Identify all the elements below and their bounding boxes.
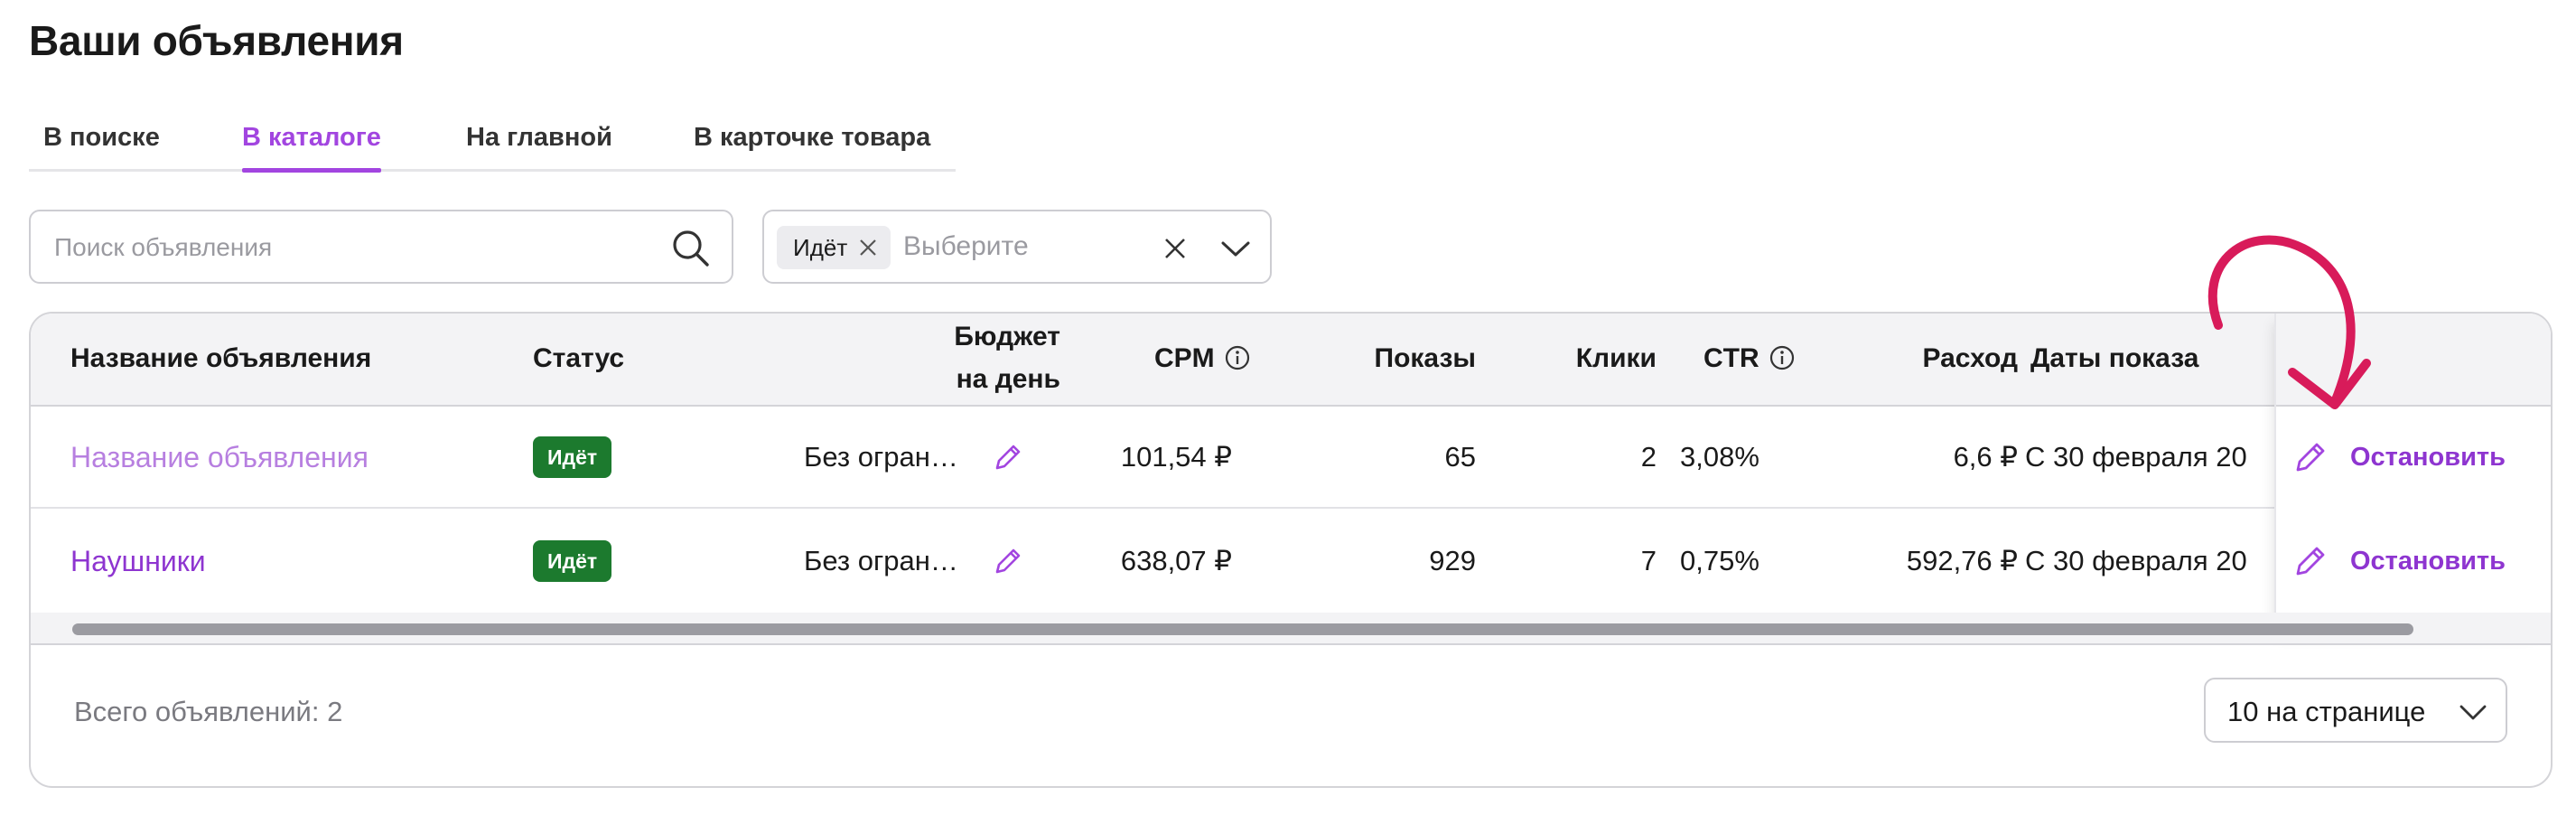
impressions-value: 65: [1444, 441, 1476, 473]
tab-bar: В поиске В каталоге На главной В карточк…: [29, 117, 956, 173]
pencil-icon: [2296, 443, 2325, 472]
tab-search[interactable]: В поиске: [43, 123, 160, 153]
search-input[interactable]: [54, 228, 632, 267]
status-badge: Идёт: [533, 436, 612, 478]
budget-value: Без огран…: [804, 545, 958, 576]
header-cpm: CPM: [1154, 343, 1251, 374]
pencil-icon: [2296, 547, 2325, 576]
stop-button-label: Остановить: [2350, 442, 2506, 472]
ctr-value: 0,75%: [1680, 545, 1759, 576]
status-select-placeholder: Выберите: [903, 231, 1029, 261]
tab-product-card[interactable]: В карточке товара: [694, 123, 930, 153]
ad-name-link[interactable]: Наушники: [70, 545, 206, 578]
clicks-value: 7: [1640, 545, 1657, 576]
chip-remove-icon[interactable]: [858, 238, 878, 258]
total-count: Всего объявлений: 2: [74, 696, 343, 727]
search-icon[interactable]: [670, 228, 712, 269]
actions-column: Остановить Остановить: [2274, 314, 2551, 645]
header-ctr: CTR: [1703, 343, 1796, 374]
table-header: Название объявления Статус Бюджет на ден…: [31, 314, 2551, 407]
header-dates: Даты показа: [2030, 343, 2199, 373]
header-name: Название объявления: [70, 343, 372, 373]
ad-name-link[interactable]: Название объявления: [70, 441, 369, 474]
header-spend: Расход: [1922, 343, 2019, 373]
pencil-icon[interactable]: [992, 545, 1024, 577]
cpm-value: 101,54 ₽: [1120, 441, 1232, 473]
header-budget-line2: на день: [956, 364, 1060, 394]
status-chip-label: Идёт: [793, 233, 848, 261]
close-icon[interactable]: [1162, 235, 1189, 262]
info-icon[interactable]: [1224, 344, 1251, 371]
tab-catalog[interactable]: В каталоге: [242, 123, 381, 173]
budget-value: Без огран…: [804, 441, 958, 473]
spend-value: 592,76 ₽: [1906, 545, 2018, 576]
stop-button[interactable]: Остановить: [2292, 543, 2506, 579]
chevron-down-icon[interactable]: [1219, 235, 1252, 262]
dates-value: С 30 февраля 20: [2025, 545, 2247, 576]
header-clicks: Клики: [1575, 343, 1657, 373]
spend-value: 6,6 ₽: [1953, 441, 2018, 473]
header-status: Статус: [533, 343, 625, 373]
status-filter-select[interactable]: Идёт Выберите: [762, 210, 1272, 284]
chevron-down-icon: [2459, 705, 2487, 720]
stop-button[interactable]: Остановить: [2292, 439, 2506, 475]
pencil-icon[interactable]: [992, 441, 1024, 473]
stop-button-label: Остановить: [2350, 546, 2506, 576]
status-badge: Идёт: [533, 540, 612, 582]
page-size-select[interactable]: 10 на странице: [2204, 678, 2507, 743]
page-size-label: 10 на странице: [2227, 696, 2426, 727]
dates-value: С 30 февраля 20: [2025, 441, 2247, 473]
status-chip: Идёт: [777, 226, 891, 269]
ads-table: Название объявления Статус Бюджет на ден…: [29, 312, 2553, 788]
scrollbar-thumb[interactable]: [72, 623, 2413, 635]
impressions-value: 929: [1429, 545, 1476, 576]
header-budget-line1: Бюджет: [954, 322, 1060, 351]
header-ctr-label: CTR: [1703, 343, 1759, 373]
cpm-value: 638,07 ₽: [1120, 545, 1232, 576]
horizontal-scrollbar[interactable]: [31, 613, 2551, 645]
ctr-value: 3,08%: [1680, 441, 1759, 473]
info-icon[interactable]: [1769, 344, 1796, 371]
table-row: Название объявления Идёт Без огран… 101,…: [31, 407, 2551, 509]
actions-header: [2276, 314, 2551, 407]
header-cpm-label: CPM: [1154, 343, 1215, 373]
search-box: [29, 210, 733, 284]
page-title: Ваши объявления: [29, 17, 404, 64]
table-row: Наушники Идёт Без огран… 638,07 ₽ 929 7 …: [31, 511, 2551, 613]
header-impressions: Показы: [1374, 343, 1477, 373]
tab-main-page[interactable]: На главной: [466, 123, 612, 153]
clicks-value: 2: [1640, 441, 1657, 473]
